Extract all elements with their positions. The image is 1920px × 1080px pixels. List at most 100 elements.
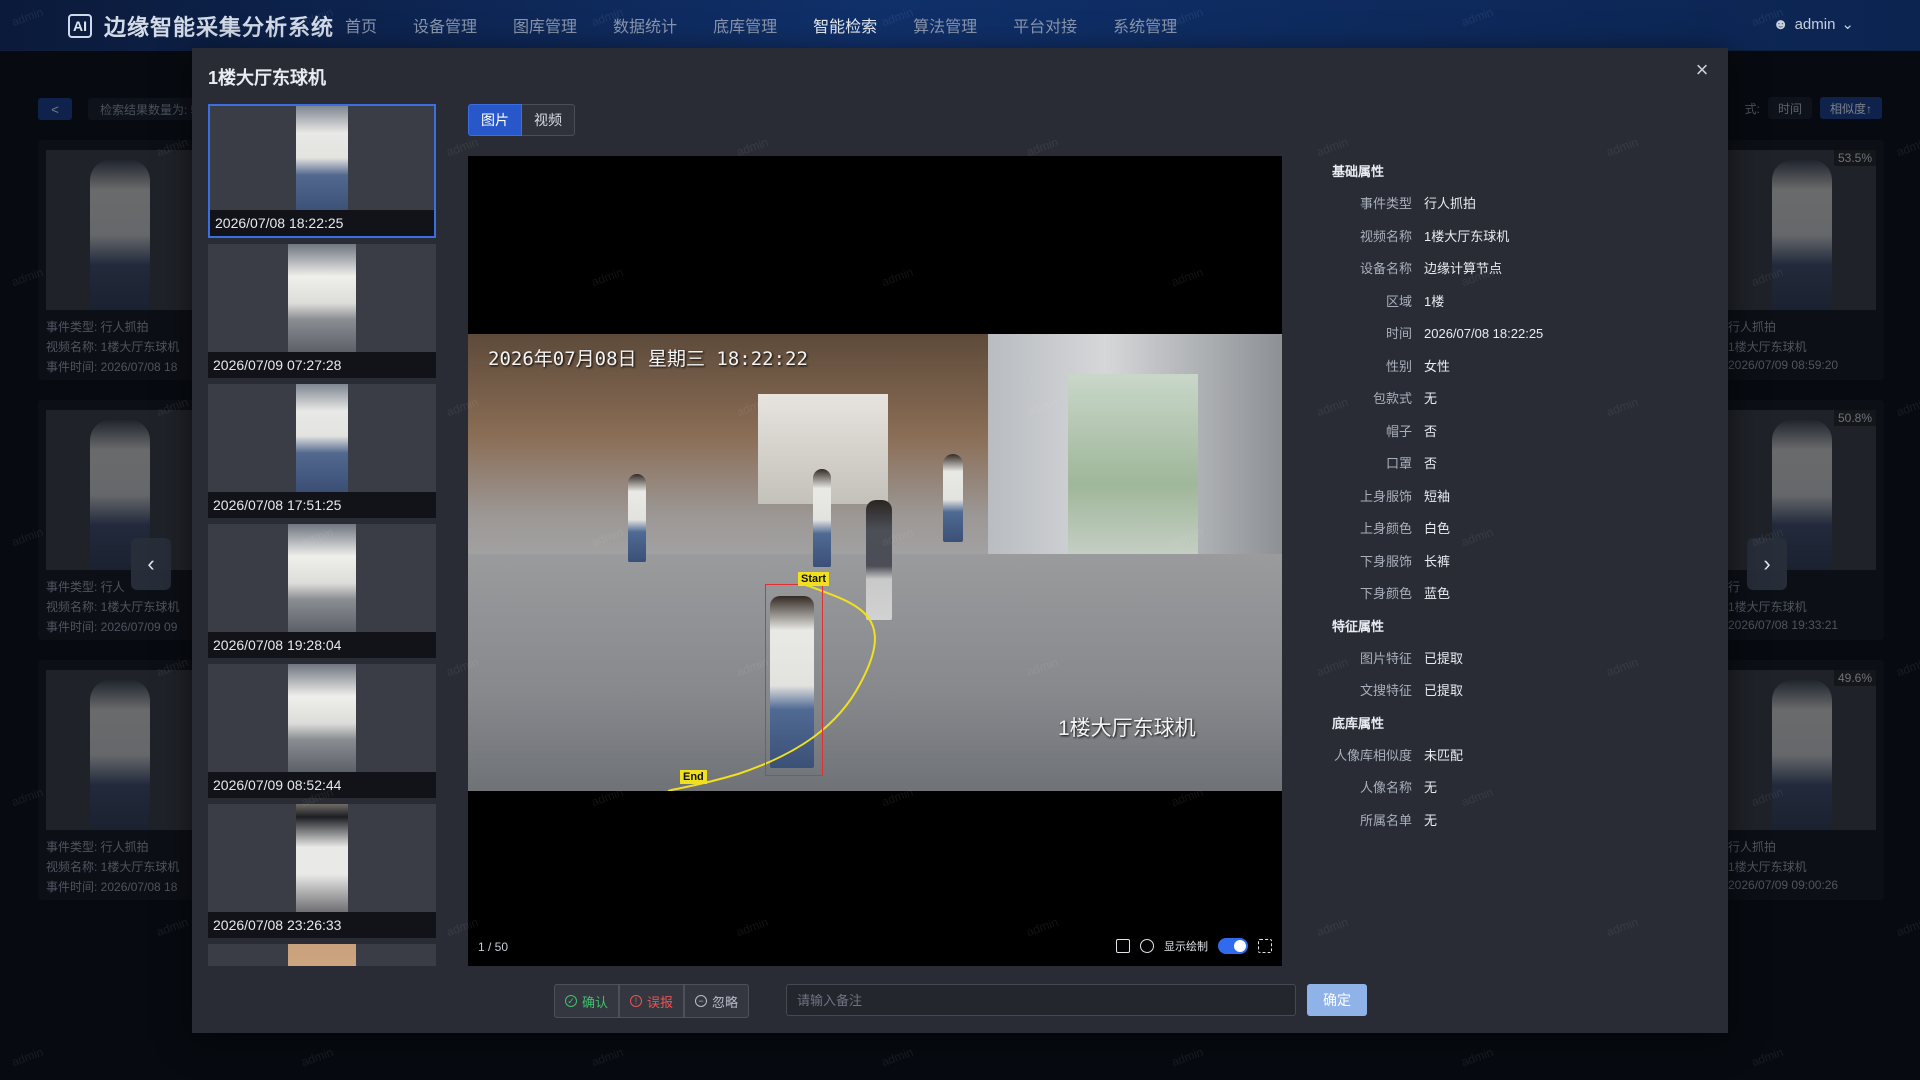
body-scan-icon[interactable] xyxy=(1140,939,1154,953)
remark-input[interactable] xyxy=(786,984,1296,1016)
page-indicator: 1 / 50 xyxy=(478,940,509,954)
nav-item-system[interactable]: 系统管理 xyxy=(1113,13,1177,37)
false-alarm-button[interactable]: ! 误报 xyxy=(619,984,685,1018)
nav-item-gallery[interactable]: 图库管理 xyxy=(513,13,577,37)
osd-camera-name: 1楼大厅东球机 xyxy=(1058,717,1196,740)
attr-key: 区域 xyxy=(1385,293,1412,309)
attr-value: 2026/07/08 18:22:25 xyxy=(1424,326,1544,341)
nav-item-algorithms[interactable]: 算法管理 xyxy=(913,13,977,37)
detection-box xyxy=(765,584,823,776)
user-menu[interactable]: ☻ admin ⌄ xyxy=(1772,15,1854,34)
thumbnail-image xyxy=(288,664,356,772)
thumbnail-item[interactable]: 2026/07/09 08:52:44 xyxy=(208,664,436,798)
thumbnail-time: 2026/07/09 08:52:44 xyxy=(208,772,436,798)
prev-result-button[interactable]: ‹ xyxy=(131,538,171,590)
chevron-right-icon: › xyxy=(1763,551,1771,576)
thumbnail-image xyxy=(296,384,348,492)
attr-value: 长裤 xyxy=(1424,553,1451,569)
attr-key: 事件类型 xyxy=(1359,196,1412,211)
attr-value: 女性 xyxy=(1424,358,1451,374)
fullscreen-icon[interactable] xyxy=(1258,939,1272,953)
thumbnail-item[interactable]: 2026/07/08 18:22:25 xyxy=(208,104,436,238)
attr-key: 时间 xyxy=(1385,326,1412,341)
viewer-toolbar: 显示绘制 xyxy=(1116,938,1272,954)
attr-value: 1楼 xyxy=(1424,293,1445,309)
attr-value: 无 xyxy=(1424,812,1438,828)
logo[interactable]: AI 边缘智能采集分析系统 xyxy=(68,10,334,42)
end-tag: End xyxy=(680,770,707,784)
tab-image[interactable]: 图片 xyxy=(468,104,522,136)
nav-item-smart-search[interactable]: 智能检索 xyxy=(813,13,877,37)
thumbnail-time: 2026/07/08 17:51:25 xyxy=(208,492,436,518)
media-tabs: 图片 视频 xyxy=(468,104,575,136)
attr-row: 下身服饰 长裤 xyxy=(1332,546,1712,579)
attr-value: 否 xyxy=(1424,456,1438,471)
attr-key: 人像名称 xyxy=(1359,780,1412,795)
library-attributes-title: 底库属性 xyxy=(1332,715,1385,731)
attr-key: 上身服饰 xyxy=(1359,488,1412,504)
attr-key: 包款式 xyxy=(1372,391,1412,406)
thumbnail-item[interactable]: 2026/07/08 23:26:33 xyxy=(208,804,436,938)
minus-circle-icon: − xyxy=(695,995,708,1007)
attr-row: 视频名称 1楼大厅东球机 xyxy=(1332,221,1712,254)
check-circle-icon: ✓ xyxy=(565,995,577,1007)
osd-timestamp: 2026年07月08日 星期三 18:22:22 xyxy=(488,348,808,370)
thumbnail-item[interactable]: 2026/07/09 07:27:28 xyxy=(208,244,436,378)
tab-video[interactable]: 视频 xyxy=(522,104,575,136)
attr-row: 人像名称无 xyxy=(1332,772,1712,805)
review-actions: ✓ 确认 ! 误报 − 忽略 xyxy=(554,984,750,1018)
attr-value: 已提取 xyxy=(1424,683,1464,698)
false-alarm-label: 误报 xyxy=(647,994,674,1010)
attr-key: 下身颜色 xyxy=(1359,586,1412,601)
submit-button[interactable]: 确定 xyxy=(1307,984,1367,1016)
attr-value: 无 xyxy=(1424,780,1438,795)
alert-circle-icon: ! xyxy=(630,995,643,1007)
next-result-button[interactable]: › xyxy=(1747,538,1787,590)
attr-value: 已提取 xyxy=(1424,650,1464,666)
nav-item-platform[interactable]: 平台对接 xyxy=(1013,13,1077,37)
attr-row: 设备名称 边缘计算节点 xyxy=(1332,253,1712,286)
attr-key: 性别 xyxy=(1385,358,1412,374)
attr-row: 文搜特征 已提取 xyxy=(1332,675,1712,708)
attr-row: 上身服饰 短袖 xyxy=(1332,481,1712,514)
attr-value: 短袖 xyxy=(1424,488,1451,504)
draw-toggle[interactable] xyxy=(1218,938,1248,954)
close-icon[interactable]: × xyxy=(1690,58,1714,82)
thumbnail-item[interactable] xyxy=(208,944,436,966)
attr-row: 下身颜色 蓝色 xyxy=(1332,578,1712,611)
nav-item-devices[interactable]: 设备管理 xyxy=(413,13,477,37)
nav-item-statistics[interactable]: 数据统计 xyxy=(613,13,677,37)
username: admin xyxy=(1794,15,1836,33)
attr-row: 口罩否 xyxy=(1332,448,1712,481)
attr-key: 上身颜色 xyxy=(1359,521,1412,536)
attr-row: 时间 2026/07/08 18:22:25 xyxy=(1332,318,1712,351)
nav-item-library[interactable]: 底库管理 xyxy=(713,13,777,37)
ignore-button[interactable]: − 忽略 xyxy=(684,984,750,1018)
nav-item-home[interactable]: 首页 xyxy=(345,13,377,37)
thumbnail-item[interactable]: 2026/07/08 19:28:04 xyxy=(208,524,436,658)
ignore-label: 忽略 xyxy=(712,994,739,1010)
attr-key: 图片特征 xyxy=(1359,650,1412,666)
attr-value: 行人抓拍 xyxy=(1424,196,1477,211)
attr-row: 包款式无 xyxy=(1332,383,1712,416)
image-viewer[interactable]: Start End 2026年07月08日 星期三 18:22:22 1楼大厅东… xyxy=(468,156,1282,966)
thumbnail-list[interactable]: 2026/07/08 18:22:25 2026/07/09 07:27:28 … xyxy=(208,104,436,966)
thumbnail-image xyxy=(288,944,356,966)
user-icon: ☻ xyxy=(1772,15,1789,33)
face-scan-icon[interactable] xyxy=(1116,939,1130,953)
thumbnail-item[interactable]: 2026/07/08 17:51:25 xyxy=(208,384,436,518)
attr-key: 所属名单 xyxy=(1359,812,1412,828)
thumbnail-time: 2026/07/08 19:28:04 xyxy=(208,632,436,658)
thumbnail-image xyxy=(288,244,356,352)
attr-row: 图片特征 已提取 xyxy=(1332,643,1712,676)
attr-value: 未匹配 xyxy=(1424,747,1464,763)
confirm-button[interactable]: ✓ 确认 xyxy=(554,984,620,1018)
chevron-down-icon: ⌄ xyxy=(1841,16,1854,33)
attr-row: 上身颜色 白色 xyxy=(1332,513,1712,546)
thumbnail-time: 2026/07/08 23:26:33 xyxy=(208,912,436,938)
attr-row: 性别 女性 xyxy=(1332,351,1712,384)
modal-title: 1楼大厅东球机 xyxy=(208,68,327,88)
snapshot-image: Start End 2026年07月08日 星期三 18:22:22 1楼大厅东… xyxy=(468,334,1282,791)
thumbnail-time: 2026/07/09 07:27:28 xyxy=(208,352,436,378)
thumbnail-image xyxy=(296,804,348,912)
